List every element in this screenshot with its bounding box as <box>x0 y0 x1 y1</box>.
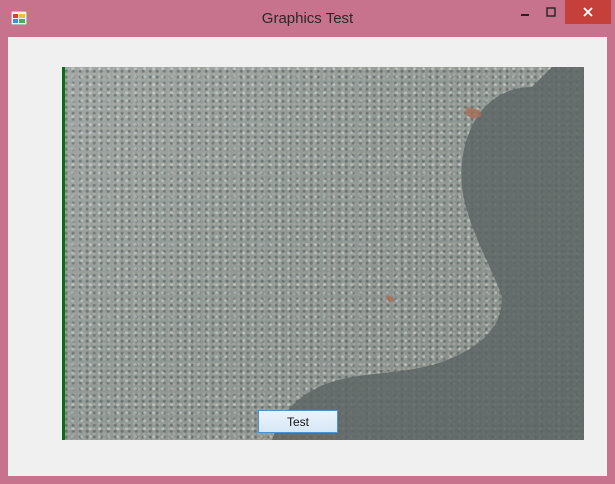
minimize-icon <box>521 14 529 16</box>
close-icon <box>583 7 593 17</box>
gravel-photo <box>272 67 584 440</box>
picture-box <box>62 67 584 440</box>
picture-left-edge <box>62 67 65 440</box>
maximize-icon <box>546 7 556 17</box>
minimize-button[interactable] <box>512 0 538 24</box>
maximize-button[interactable] <box>538 0 564 24</box>
close-button[interactable] <box>565 0 611 24</box>
test-button[interactable]: Test <box>258 410 338 433</box>
title-bar[interactable]: Graphics Test <box>0 0 615 37</box>
app-window: Graphics Test Test <box>0 0 615 484</box>
